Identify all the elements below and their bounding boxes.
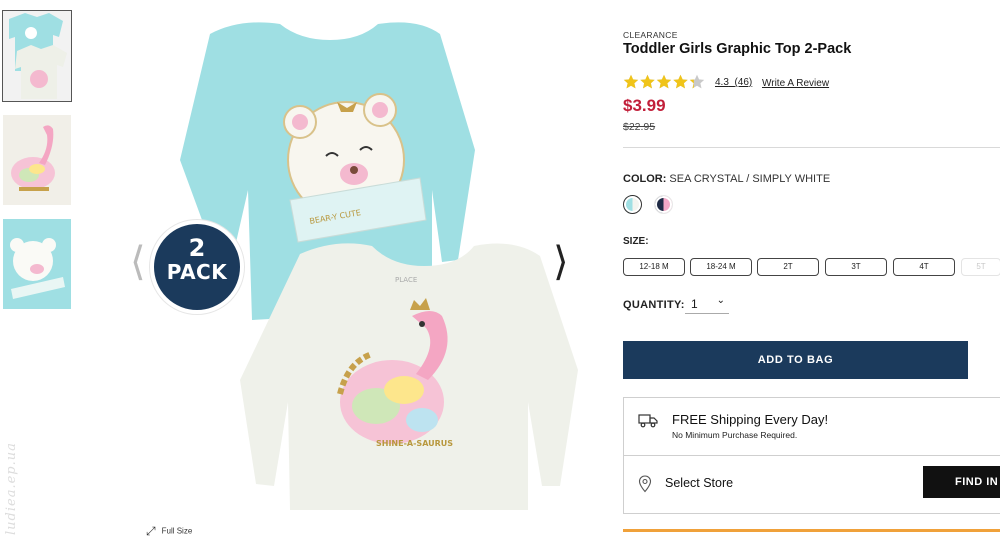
- review-count: (46): [734, 77, 753, 88]
- next-image-chevron-right-icon[interactable]: ⟩: [553, 242, 569, 282]
- star-rating-icon: [623, 74, 705, 89]
- chevron-down-icon: ⌄: [716, 295, 725, 306]
- thumbnail-3[interactable]: [3, 219, 71, 309]
- clearance-tag: CLEARANCE: [623, 30, 678, 40]
- watermark: ludiea.ep.ua: [4, 442, 19, 535]
- color-swatch-navy-pink[interactable]: [654, 195, 673, 214]
- size-option-3t[interactable]: 3T: [825, 258, 887, 276]
- size-option-4t[interactable]: 4T: [893, 258, 955, 276]
- thumbnail-2[interactable]: [3, 115, 71, 205]
- find-in-store-button[interactable]: FIND IN: [923, 466, 1000, 498]
- fulfillment-box: FREE Shipping Every Day! No Minimum Purc…: [623, 397, 1000, 514]
- accent-divider: [623, 529, 1000, 532]
- color-value: SEA CRYSTAL / SIMPLY WHITE: [669, 173, 831, 185]
- dino-graphic-text: SHINE-A-SAURUS: [376, 439, 453, 448]
- shipping-subtitle: No Minimum Purchase Required.: [672, 430, 798, 440]
- add-to-bag-button[interactable]: ADD TO BAG: [623, 341, 968, 379]
- quantity-value: 1: [691, 297, 698, 311]
- size-label: SIZE:: [623, 236, 649, 247]
- full-size-link[interactable]: ⤢ Full Size: [146, 524, 192, 539]
- pack-badge: 2 PACK: [150, 220, 244, 314]
- brand-text: PLACE: [395, 276, 417, 284]
- pack-badge-label: PACK: [166, 260, 228, 284]
- size-option-12-18m[interactable]: 12-18 M: [623, 258, 685, 276]
- select-store-link[interactable]: Select Store: [665, 476, 733, 490]
- size-options: 12-18 M 18-24 M 2T 3T 4T 5T: [623, 258, 1000, 276]
- quantity-label: QUANTITY:: [623, 299, 685, 311]
- previous-image-chevron-left-icon[interactable]: ⟨: [130, 242, 146, 282]
- rating-value-link[interactable]: 4.3 (46): [715, 77, 752, 88]
- thumbnail-1[interactable]: [2, 10, 72, 102]
- size-option-18-24m[interactable]: 18-24 M: [690, 258, 752, 276]
- divider: [623, 147, 1000, 148]
- write-review-link[interactable]: Write A Review: [762, 78, 829, 89]
- full-size-label: Full Size: [161, 526, 193, 536]
- product-title: Toddler Girls Graphic Top 2-Pack: [623, 41, 852, 57]
- expand-icon: ⤢: [146, 524, 156, 538]
- location-pin-icon: [638, 475, 652, 493]
- color-row: COLOR: SEA CRYSTAL / SIMPLY WHITE: [623, 173, 830, 185]
- size-option-2t[interactable]: 2T: [757, 258, 819, 276]
- divider: [624, 455, 1000, 456]
- quantity-row: QUANTITY: 1 ⌄: [623, 295, 729, 314]
- quantity-select[interactable]: 1 ⌄: [685, 295, 729, 314]
- size-option-5t[interactable]: 5T: [961, 258, 1000, 276]
- truck-icon: [638, 414, 658, 428]
- shipping-title: FREE Shipping Every Day!: [672, 412, 829, 427]
- rating-value: 4.3: [715, 77, 729, 88]
- color-label: COLOR:: [623, 173, 667, 185]
- pack-badge-number: 2: [188, 234, 206, 262]
- color-swatch-sea-crystal[interactable]: [623, 195, 642, 214]
- original-price: $22.95: [623, 121, 656, 133]
- sale-price: $3.99: [623, 96, 666, 115]
